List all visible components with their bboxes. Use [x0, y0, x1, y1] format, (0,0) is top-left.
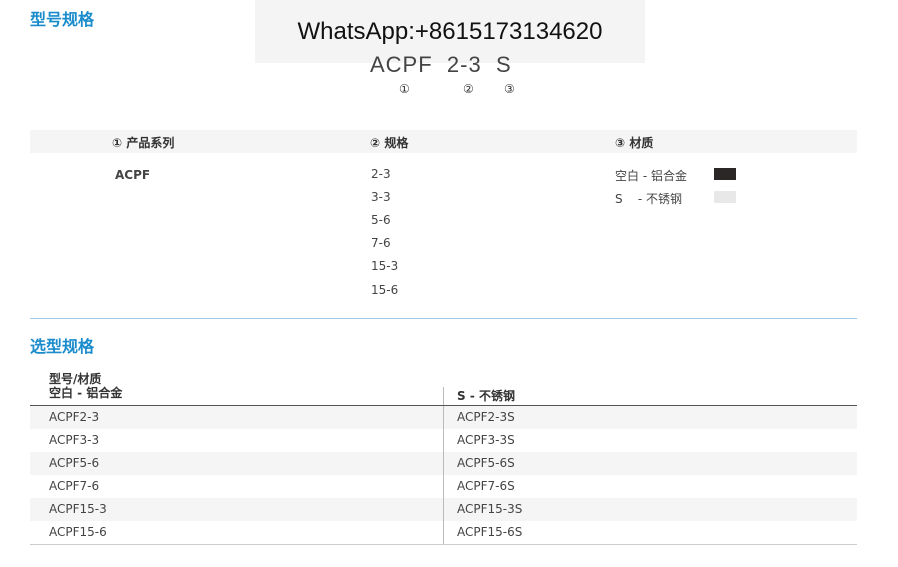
column-divider	[443, 521, 444, 544]
section-title-model-spec: 型号规格	[30, 10, 95, 29]
column-divider	[443, 475, 444, 498]
table-row: ACPF15-3 ACPF15-3S	[30, 498, 857, 521]
material-steel-label: S - 不锈钢	[615, 192, 683, 206]
code-series: ACPF	[370, 52, 433, 77]
header-series: ① 产品系列	[112, 136, 175, 150]
header-top-label: 型号/材质	[49, 372, 102, 386]
column-divider	[443, 498, 444, 521]
size-item: 3-3	[371, 190, 391, 204]
table-row: ACPF3-3 ACPF3-3S	[30, 429, 857, 452]
cell-aluminum: ACPF3-3	[49, 433, 100, 447]
cell-steel: ACPF5-6S	[457, 456, 515, 470]
marker-3: ③	[504, 82, 515, 96]
material-steel-swatch	[714, 191, 736, 203]
table-row: ACPF2-3 ACPF2-3S	[30, 406, 857, 429]
header-model-material: 型号/材质 空白 - 铝合金	[49, 372, 122, 400]
model-code: ACPF 2-3 S	[370, 52, 512, 78]
material-aluminum-swatch	[714, 168, 736, 180]
size-item: 15-3	[371, 259, 399, 273]
size-item: 5-6	[371, 213, 391, 227]
cell-aluminum: ACPF15-3	[49, 502, 107, 516]
column-divider	[443, 452, 444, 475]
header-col-aluminum: 空白 - 铝合金	[49, 386, 123, 400]
table-header: 型号/材质 空白 - 铝合金 S - 不锈钢	[30, 370, 857, 406]
size-item: 15-6	[371, 283, 399, 297]
selection-table: 型号/材质 空白 - 铝合金 S - 不锈钢 ACPF2-3 ACPF2-3S A…	[30, 370, 857, 545]
header-size: ② 规格	[370, 136, 409, 150]
cell-aluminum: ACPF5-6	[49, 456, 100, 470]
marker-1: ①	[399, 82, 410, 96]
cell-steel: ACPF3-3S	[457, 433, 515, 447]
size-item: 7-6	[371, 236, 391, 250]
divider	[30, 318, 857, 319]
cell-aluminum: ACPF7-6	[49, 479, 100, 493]
cell-aluminum: ACPF15-6	[49, 525, 107, 539]
cell-steel: ACPF7-6S	[457, 479, 515, 493]
column-divider	[443, 406, 444, 429]
table-row: ACPF15-6 ACPF15-6S	[30, 521, 857, 544]
header-col-steel: S - 不锈钢	[457, 389, 515, 403]
size-item: 2-3	[371, 167, 391, 181]
column-divider	[443, 387, 444, 405]
code-material: S	[495, 52, 512, 77]
section-title-selection: 选型规格	[30, 337, 95, 356]
table-row: ACPF7-6 ACPF7-6S	[30, 475, 857, 498]
cell-steel: ACPF2-3S	[457, 410, 515, 424]
cell-steel: ACPF15-6S	[457, 525, 523, 539]
material-aluminum-label: 空白 - 铝合金	[615, 169, 687, 183]
table-bottom-border	[30, 544, 857, 545]
series-value: ACPF	[115, 168, 151, 182]
table-row: ACPF5-6 ACPF5-6S	[30, 452, 857, 475]
cell-aluminum: ACPF2-3	[49, 410, 100, 424]
marker-2: ②	[463, 82, 474, 96]
header-material: ③ 材质	[615, 136, 654, 150]
code-size: 2-3	[446, 52, 482, 77]
cell-steel: ACPF15-3S	[457, 502, 523, 516]
column-divider	[443, 429, 444, 452]
